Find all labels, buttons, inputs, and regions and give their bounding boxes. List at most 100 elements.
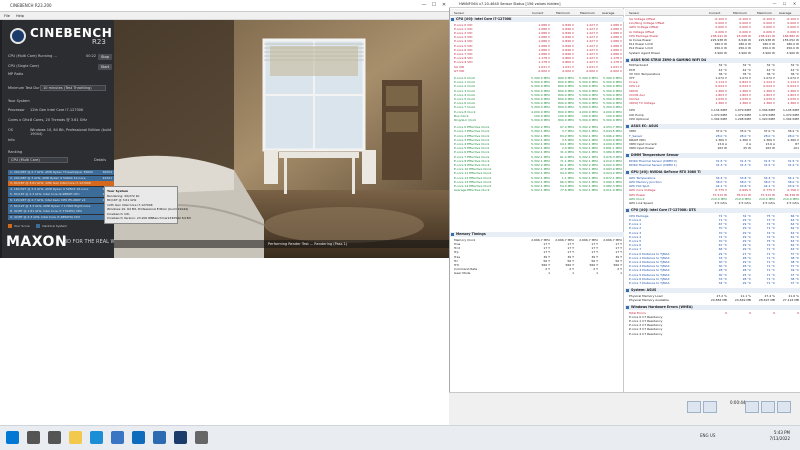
sensor-row[interactable]: DDR4 Thermal Sensor (DIMM 1) 31.3 °C 31.3 … <box>625 163 800 167</box>
minimize-icon[interactable]: — <box>771 1 778 7</box>
sensor-row[interactable]: VDDQ TX Voltage 1.360 V 1.360 V 1.360 V 1.36… <box>625 101 800 105</box>
sensor-nav-right-icon[interactable] <box>703 401 717 413</box>
sensor-value-min: 1.360 V <box>739 101 751 106</box>
sensor-value-max: 3.900 W <box>762 50 775 55</box>
ranking-row[interactable]: 8. 4C/8T @ 2.81 GHz, Intel Core i7-7700H… <box>8 209 114 215</box>
search-icon[interactable] <box>27 431 40 444</box>
maximize-icon[interactable]: ☐ <box>430 2 438 9</box>
store-icon[interactable] <box>111 431 124 444</box>
close-icon[interactable]: ✕ <box>440 2 448 9</box>
sensor-value-cur: 24,884 MB <box>710 297 727 302</box>
task-view-icon[interactable] <box>48 431 61 444</box>
file-explorer-icon[interactable] <box>69 431 82 444</box>
hwinfo-window-title: HWiNFO64 v7.20-4640 Sensor Status [156 v… <box>459 2 561 6</box>
ranking-heading: Ranking <box>8 150 23 154</box>
sensor-row[interactable]: Physical Memory Available 24,884 MB 24,849… <box>625 298 800 302</box>
sensor-value-avg: 3.900 W <box>786 50 799 55</box>
ranking-text: 1. 24C/48T @ 2.7 GHz, AMD Ryzen Threadri… <box>10 170 94 174</box>
taskbar-date[interactable]: 7/13/2022 <box>764 436 790 441</box>
sensor-group-header[interactable]: System: ASUS <box>625 288 800 294</box>
ranking-row[interactable]: 1. 24C/48T @ 2.7 GHz, AMD Ryzen Threadri… <box>8 170 114 175</box>
sensor-label: P-core 4 C7 Residency <box>629 331 663 336</box>
sensor-group-label: ASUS EC: ASUS <box>631 123 659 128</box>
sensor-row[interactable]: GPU Link Speed 2.5 GT/s 2.5 GT/s 2.5 GT/s 2.… <box>625 201 800 205</box>
sensor-row[interactable]: GT VID 0.000 V 0.000 V 0.000 V 0.000 V <box>450 69 624 73</box>
close-sensors-icon[interactable] <box>777 401 791 413</box>
mail-icon[interactable] <box>132 431 145 444</box>
ranking-select[interactable]: CPU (Multi Core) <box>8 157 68 163</box>
ranking-text: 6. 12C/24T @ 2.7 GHz, Intel Xeon CPU E5-… <box>10 198 86 202</box>
sensor-value-cur: 5,302.1 MHz <box>531 188 550 193</box>
ranking-row[interactable]: 2. 24C/48T @ 3 GHz, AMD Ryzen 9 5900X 12… <box>8 175 114 181</box>
sensor-group-header[interactable]: GPU [#0]: NVIDIA GeForce RTX 3080 Ti <box>625 170 800 176</box>
sensor-group-header[interactable]: CPU [#0]: Intel Core i7-12700K: DTS <box>625 208 800 214</box>
sensor-group-label: CPU [#0]: Intel Core i7-12700K: DTS <box>631 208 696 213</box>
ranking-row[interactable]: 5. 8C/16T @ 2.3 GHz, Intel Core i9-9880H… <box>8 192 114 198</box>
sensor-value-max: 163 W <box>765 146 775 151</box>
minimize-icon[interactable]: — <box>420 2 428 9</box>
sensor-group-header[interactable]: ASUS ROG STRIX Z690-A GAMING WIFI D4 <box>625 57 800 63</box>
sensor-row[interactable]: CPU Optional 1,304 RPM 1,298 RPM 1,320 RPM 1… <box>625 117 800 121</box>
ranking-row[interactable]: 3. 8C/16T @ 3.61 GHz, 12th Gen Intel Cor… <box>8 181 114 187</box>
sensor-value-min: 24,849 MB <box>734 297 751 302</box>
ranking-text: 8. 4C/8T @ 2.81 GHz, Intel Core i7-7700H… <box>10 209 82 214</box>
sensor-value-avg: 4,011.9 MHz <box>603 188 622 193</box>
sensor-group-header[interactable]: CPU [#0]: Intel Core i7-12700K <box>450 17 624 22</box>
sensor-label: GT VID <box>454 68 465 73</box>
ranking-row[interactable]: 7. 6C/12T @ 3.3 GHz, AMD Ryzen 7 1700X E… <box>8 203 114 209</box>
sensor-value-min: 3.900 W <box>738 50 751 55</box>
test-row-multi: CPU (Multi Core) Running ... 00:22 <box>8 54 112 60</box>
settings-icon[interactable] <box>745 401 759 413</box>
ranking-row[interactable]: 6. 12C/24T @ 2.7 GHz, Intel Xeon CPU E5-… <box>8 198 114 203</box>
your-score-legend: Your Score <box>14 224 30 228</box>
windows-start-icon[interactable] <box>6 431 19 444</box>
sensor-value-cur: 5,300.0 MHz <box>531 117 550 122</box>
ranking-row[interactable]: 9. 4C/8T @ 2.3 GHz, Intel Core i7-4850HQ… <box>8 214 114 220</box>
ranking-text: 5. 8C/16T @ 2.3 GHz, Intel Core i9-9880H… <box>10 192 80 197</box>
sensor-row[interactable]: Gear Mode 1 1 1 1 <box>450 271 624 275</box>
sensor-value-min: 1 <box>572 271 574 276</box>
ranking-row[interactable]: 4. 16C/32T @ 3.4 GHz, AMD Ryzen 9 5950X … <box>8 186 114 192</box>
cinebench-titlebar[interactable]: CINEBENCH R23.200 — ☐ ✕ <box>0 0 449 12</box>
sensor-row[interactable]: System Agent Power 3.900 W 3.900 W 3.900 W 3… <box>625 51 800 55</box>
sensor-group-header[interactable]: ASUS EC: ASUS <box>625 123 800 129</box>
sensor-row[interactable]: VRM Input Power 163 W 25 W 163 W 101 <box>625 146 800 150</box>
sysinfo-processor: Processor 12th Gen Intel Core i7-12700K <box>8 108 84 112</box>
tray-language[interactable]: ENG US <box>700 433 715 438</box>
close-icon[interactable]: ✕ <box>791 1 798 7</box>
menu-help[interactable]: Help <box>16 14 24 18</box>
hwinfo-window: Sensor Current Minimum Maximum Average C… <box>449 0 800 425</box>
sensor-group-header[interactable]: Memory Timings <box>450 232 624 238</box>
menu-file[interactable]: File <box>4 14 10 18</box>
hwinfo-icon[interactable] <box>153 431 166 444</box>
reset-clock-icon[interactable] <box>761 401 775 413</box>
sensor-row[interactable]: Average Effective Clock 5,302.1 MHz 77.6 M… <box>450 188 624 192</box>
ranking-details-button[interactable]: Details <box>94 158 106 162</box>
edge-icon[interactable] <box>90 431 103 444</box>
sensor-nav-left-icon[interactable] <box>687 401 701 413</box>
ranking-score: 30054 <box>102 170 112 174</box>
stop-button[interactable]: Stop <box>98 54 112 60</box>
min-duration-select[interactable]: 10 minutes (Test Throttling) <box>40 85 106 91</box>
hwinfo-toolbar <box>449 392 800 425</box>
start-button[interactable]: Start <box>98 64 112 70</box>
hwinfo-right-header: Sensor Current Minimum Maximum Average <box>625 9 800 16</box>
taskbar-clock[interactable]: 5:43 PM <box>764 430 790 435</box>
sensor-value-max: 5,300.0 MHz <box>579 117 598 122</box>
sensor-group-label: System: ASUS <box>631 288 657 293</box>
sensor-group-label: Windows Hardware Errors (WHEA) <box>631 305 693 309</box>
hwinfo-titlebar[interactable]: HWiNFO64 v7.20-4640 Sensor Status [156 v… <box>449 0 800 8</box>
sensor-value-max: 1 <box>596 271 598 276</box>
sensor-row[interactable]: Ring/LLC Clock 5,300.0 MHz 800.0 MHz 5,300.… <box>450 118 624 122</box>
sensor-value-min: 2.5 GT/s <box>738 201 751 205</box>
sensor-row[interactable]: P-core 4 C7 Residency <box>625 332 800 336</box>
maximize-icon[interactable]: ☐ <box>781 1 788 7</box>
test-row-mpratio: MP Ratio <box>8 72 112 78</box>
sensor-row[interactable]: P-core 7 Distance to TjMAX 34 °C 29 °C 71 °… <box>625 281 800 285</box>
cinebench-icon[interactable] <box>174 431 187 444</box>
settings-icon[interactable] <box>195 431 208 444</box>
sensor-value-avg: 101 <box>793 146 799 151</box>
sensor-group-header[interactable]: DIMM Temperature Sensor <box>625 153 800 159</box>
ranking-text: 9. 4C/8T @ 2.3 GHz, Intel Core i7-4850HQ… <box>10 214 80 219</box>
sensor-group-header[interactable]: Windows Hardware Errors (WHEA) <box>625 305 800 310</box>
